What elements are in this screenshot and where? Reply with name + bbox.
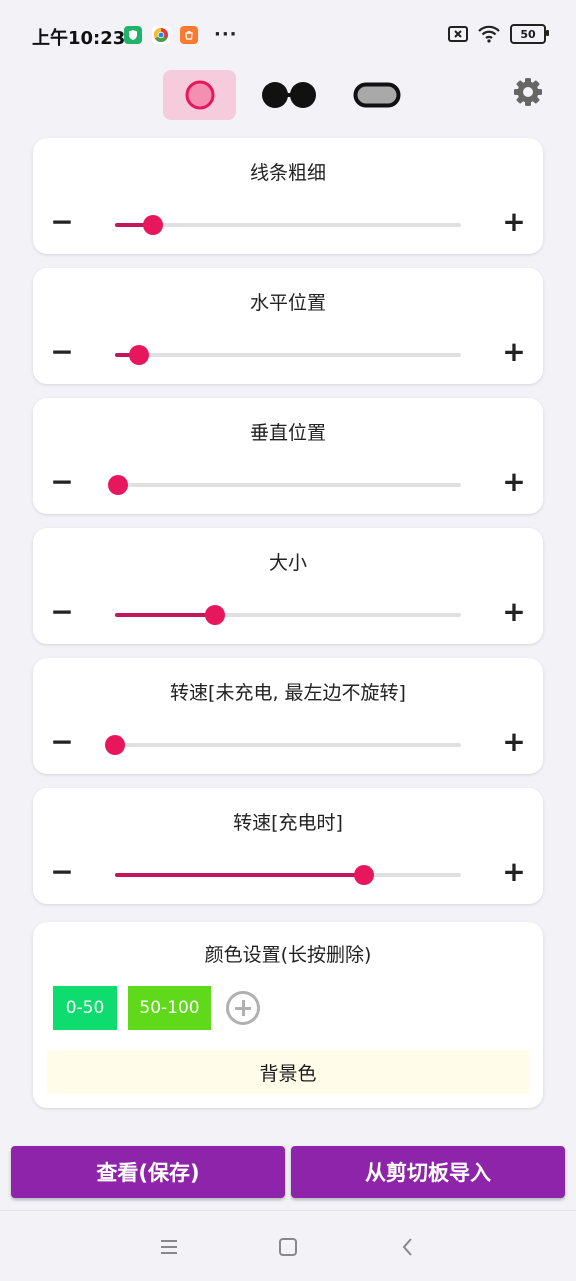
slider-title: 线条粗细 [249, 162, 326, 184]
mode-tab-glasses[interactable] [254, 70, 324, 120]
slider-title: 大小 [268, 552, 307, 574]
slider-track[interactable] [108, 475, 461, 495]
add-color-button[interactable] [226, 991, 260, 1025]
view-save-button[interactable]: 查看(保存) [11, 1146, 285, 1198]
card-size: 大小 − + [33, 528, 543, 644]
card-speed-uncharged: 转速[未充电, 最左边不旋转] − + [33, 658, 543, 774]
decrease-button[interactable]: − [47, 207, 77, 237]
decrease-button[interactable]: − [47, 467, 77, 497]
card-speed-charging: 转速[充电时] − + [33, 788, 543, 904]
shop-app-icon [180, 26, 198, 44]
status-system-icons: 50 [448, 24, 549, 44]
increase-button[interactable]: + [499, 337, 529, 367]
slider-fill [115, 613, 216, 617]
sim-off-icon [448, 26, 468, 42]
decrease-button[interactable]: − [47, 337, 77, 367]
battery-level: 50 [520, 27, 536, 41]
slider-thumb[interactable] [108, 475, 129, 495]
mode-tab-ring[interactable] [163, 70, 236, 120]
battery-icon: 50 [510, 24, 549, 44]
increase-button[interactable]: + [499, 727, 529, 757]
slider-track[interactable] [115, 345, 461, 365]
mode-tab-pill[interactable] [346, 70, 408, 120]
wifi-icon [478, 25, 500, 43]
slider-track[interactable] [115, 605, 461, 625]
glasses-icon [262, 82, 316, 108]
pill-icon [353, 82, 401, 108]
slider-title: 水平位置 [249, 292, 326, 314]
status-time: 上午10:23 [32, 28, 126, 49]
slider-track[interactable] [115, 215, 461, 235]
decrease-button[interactable]: − [47, 597, 77, 627]
card-horizontal-position: 水平位置 − + [33, 268, 543, 384]
system-nav-bar [0, 1210, 576, 1281]
slider-thumb[interactable] [105, 735, 125, 755]
back-icon[interactable] [394, 1233, 422, 1261]
color-chip-50-100[interactable]: 50-100 [128, 986, 211, 1030]
card-vertical-position: 垂直位置 − + [33, 398, 543, 514]
card-line-width: 线条粗细 − + [33, 138, 543, 254]
mode-selector [0, 68, 576, 122]
slider-thumb[interactable] [129, 345, 150, 365]
slider-fill [115, 873, 365, 877]
status-bar: 上午10:23 ··· 50 [0, 0, 576, 70]
chip-label: 50-100 [139, 998, 200, 1018]
more-icon: ··· [214, 24, 238, 45]
slider-thumb[interactable] [354, 865, 375, 885]
increase-button[interactable]: + [499, 467, 529, 497]
status-app-icons: ··· [124, 26, 238, 44]
decrease-button[interactable]: − [47, 727, 77, 757]
slider-thumb[interactable] [143, 215, 164, 235]
background-color-button[interactable]: 背景色 [47, 1050, 529, 1094]
settings-button[interactable] [512, 76, 544, 108]
slider-title: 转速[充电时] [233, 812, 343, 834]
chrome-app-icon [152, 26, 170, 44]
view-save-label: 查看(保存) [96, 1161, 200, 1185]
background-color-label: 背景色 [259, 1062, 317, 1085]
gear-icon [514, 78, 542, 106]
decrease-button[interactable]: − [47, 857, 77, 887]
slider-title: 转速[未充电, 最左边不旋转] [170, 682, 406, 704]
menu-icon[interactable] [155, 1233, 183, 1261]
increase-button[interactable]: + [499, 857, 529, 887]
slider-track[interactable] [115, 865, 461, 885]
card-color-settings: 颜色设置(长按删除) 0-50 50-100 背景色 [33, 922, 543, 1108]
increase-button[interactable]: + [499, 597, 529, 627]
ring-icon [185, 80, 214, 110]
home-icon[interactable] [274, 1233, 302, 1261]
color-chip-0-50[interactable]: 0-50 [53, 986, 117, 1030]
import-clipboard-label: 从剪切板导入 [365, 1161, 491, 1185]
chip-label: 0-50 [65, 998, 105, 1018]
increase-button[interactable]: + [499, 207, 529, 237]
import-clipboard-button[interactable]: 从剪切板导入 [291, 1146, 565, 1198]
shield-app-icon [124, 26, 142, 44]
slider-thumb[interactable] [205, 605, 226, 625]
color-settings-title: 颜色设置(长按删除) [204, 944, 372, 966]
slider-title: 垂直位置 [249, 422, 326, 444]
slider-track[interactable] [105, 735, 461, 755]
